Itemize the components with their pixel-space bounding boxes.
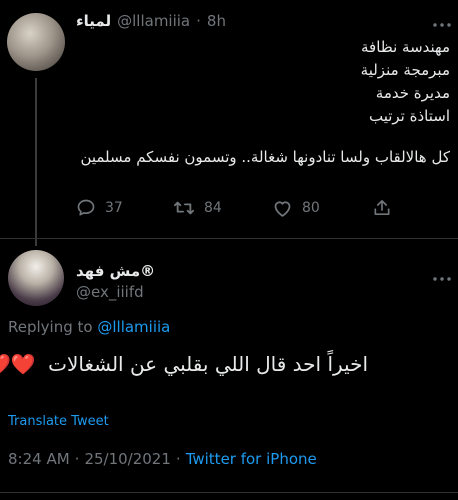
meta-source[interactable]: Twitter for iPhone [186,450,317,468]
avatar-reply[interactable] [8,250,64,306]
retweet-button[interactable]: 84 [173,198,222,218]
handle[interactable]: @lllamiiia [117,12,190,30]
reply-button[interactable]: 37 [76,198,123,218]
timestamp[interactable]: 8h [207,12,226,30]
heart-emoji: ❤️❤️ [0,352,36,376]
meta-time[interactable]: 8:24 AM [8,450,70,468]
tweet-line: مديرة خدمة [375,84,450,102]
separator: · [196,12,201,30]
retweet-count: 84 [204,200,222,216]
reply-text: اخيراً احد قال اللي بقلبي عن الشغالات ❤️… [0,350,368,378]
meta-date[interactable]: 25/10/2021 [84,450,170,468]
replying-to-label: Replying to [8,318,93,336]
tweet-body: كل هالالقاب ولسا تنادونها شغالة.. وتسمون… [80,148,450,166]
like-count: 80 [302,200,320,216]
reply-count: 37 [105,200,123,216]
translate-tweet-link[interactable]: Translate Tweet [8,414,109,429]
tweet-line: مهندسة نظافة [361,38,450,56]
tweet-lines: مهندسة نظافة مبرمجة منزلية مديرة خدمة اس… [150,36,450,128]
comment-icon [76,198,96,218]
replying-to: Replying to @lllamiiia [8,318,170,336]
tweet-meta: 8:24 AM · 25/10/2021 · Twitter for iPhon… [8,450,317,468]
meta-separator: · [175,450,181,468]
reply-text-body: اخيراً احد قال اللي بقلبي عن الشغالات [48,352,368,376]
tweet-line: استاذة ترتيب [368,107,450,125]
display-name[interactable]: لمياء [76,12,111,30]
retweet-icon [173,198,195,218]
replying-to-handle[interactable]: @lllamiiia [97,318,170,336]
more-options-icon[interactable] [432,14,452,27]
like-button[interactable]: 80 [272,198,320,218]
tweet-line: مبرمجة منزلية [360,61,450,79]
reply-handle[interactable]: @ex_iiifd [76,283,144,301]
reply-display-name[interactable]: مش فهد® [76,262,155,280]
reply-more-options-icon[interactable] [432,268,452,281]
heart-outline-icon [272,198,293,218]
bottom-divider [0,492,458,493]
share-icon [372,197,392,218]
meta-separator: · [74,450,80,468]
divider [0,238,458,239]
tweet-header: لمياء @lllamiiia · 8h [76,8,226,34]
thread-line [35,78,37,246]
share-button[interactable] [372,197,392,218]
avatar-parent[interactable] [7,13,65,71]
